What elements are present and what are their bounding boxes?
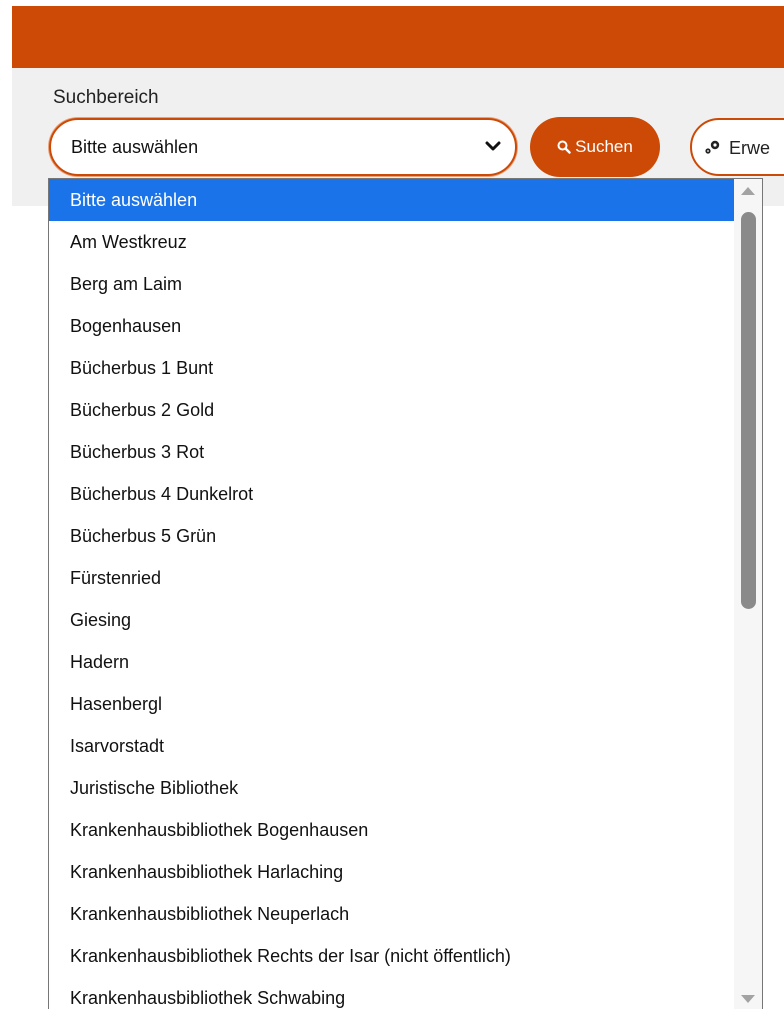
search-scope-dropdown-list[interactable]: Bitte auswählen Am Westkreuz Berg am Laim B… — [48, 178, 763, 1009]
dropdown-option[interactable]: Bücherbus 4 Dunkelrot — [49, 473, 734, 515]
search-scope-select[interactable]: Bitte auswählen — [49, 118, 517, 176]
gears-icon — [705, 140, 720, 154]
dropdown-option[interactable]: Krankenhausbibliothek Schwabing — [49, 977, 734, 1009]
dropdown-option[interactable]: Isarvorstadt — [49, 725, 734, 767]
dropdown-option[interactable]: Fürstenried — [49, 557, 734, 599]
advanced-search-button[interactable]: Erwe — [690, 118, 784, 176]
dropdown-option[interactable]: Berg am Laim — [49, 263, 734, 305]
search-scope-label: Suchbereich — [53, 87, 159, 108]
scroll-up-arrow-icon[interactable] — [741, 187, 755, 195]
dropdown-scrollbar[interactable] — [734, 179, 762, 1009]
dropdown-option[interactable]: Bücherbus 3 Rot — [49, 431, 734, 473]
header-bar — [12, 6, 784, 68]
scroll-down-arrow-icon[interactable] — [741, 995, 755, 1003]
search-button-label: Suchen — [575, 137, 633, 156]
dropdown-option[interactable]: Hadern — [49, 641, 734, 683]
chevron-down-icon — [485, 141, 501, 151]
advanced-search-label: Erwe — [729, 138, 771, 158]
dropdown-option[interactable]: Krankenhausbibliothek Neuperlach — [49, 893, 734, 935]
dropdown-option[interactable]: Giesing — [49, 599, 734, 641]
search-icon — [557, 140, 571, 154]
dropdown-option[interactable]: Bogenhausen — [49, 305, 734, 347]
dropdown-option[interactable]: Hasenbergl — [49, 683, 734, 725]
dropdown-option[interactable]: Bücherbus 2 Gold — [49, 389, 734, 431]
dropdown-option[interactable]: Bitte auswählen — [49, 179, 734, 221]
scrollbar-thumb[interactable] — [741, 212, 756, 609]
dropdown-option[interactable]: Krankenhausbibliothek Harlaching — [49, 851, 734, 893]
page: Suchbereich Bitte auswählen Suchen Erwe … — [0, 0, 784, 1009]
dropdown-option[interactable]: Juristische Bibliothek — [49, 767, 734, 809]
dropdown-option[interactable]: Bücherbus 1 Bunt — [49, 347, 734, 389]
dropdown-option[interactable]: Am Westkreuz — [49, 221, 734, 263]
left-margin — [0, 0, 12, 1009]
dropdown-option[interactable]: Krankenhausbibliothek Rechts der Isar (n… — [49, 935, 734, 977]
dropdown-option[interactable]: Krankenhausbibliothek Bogenhausen — [49, 809, 734, 851]
dropdown-option[interactable]: Bücherbus 5 Grün — [49, 515, 734, 557]
search-button[interactable]: Suchen — [530, 117, 660, 177]
search-scope-selected-value: Bitte auswählen — [71, 137, 199, 157]
